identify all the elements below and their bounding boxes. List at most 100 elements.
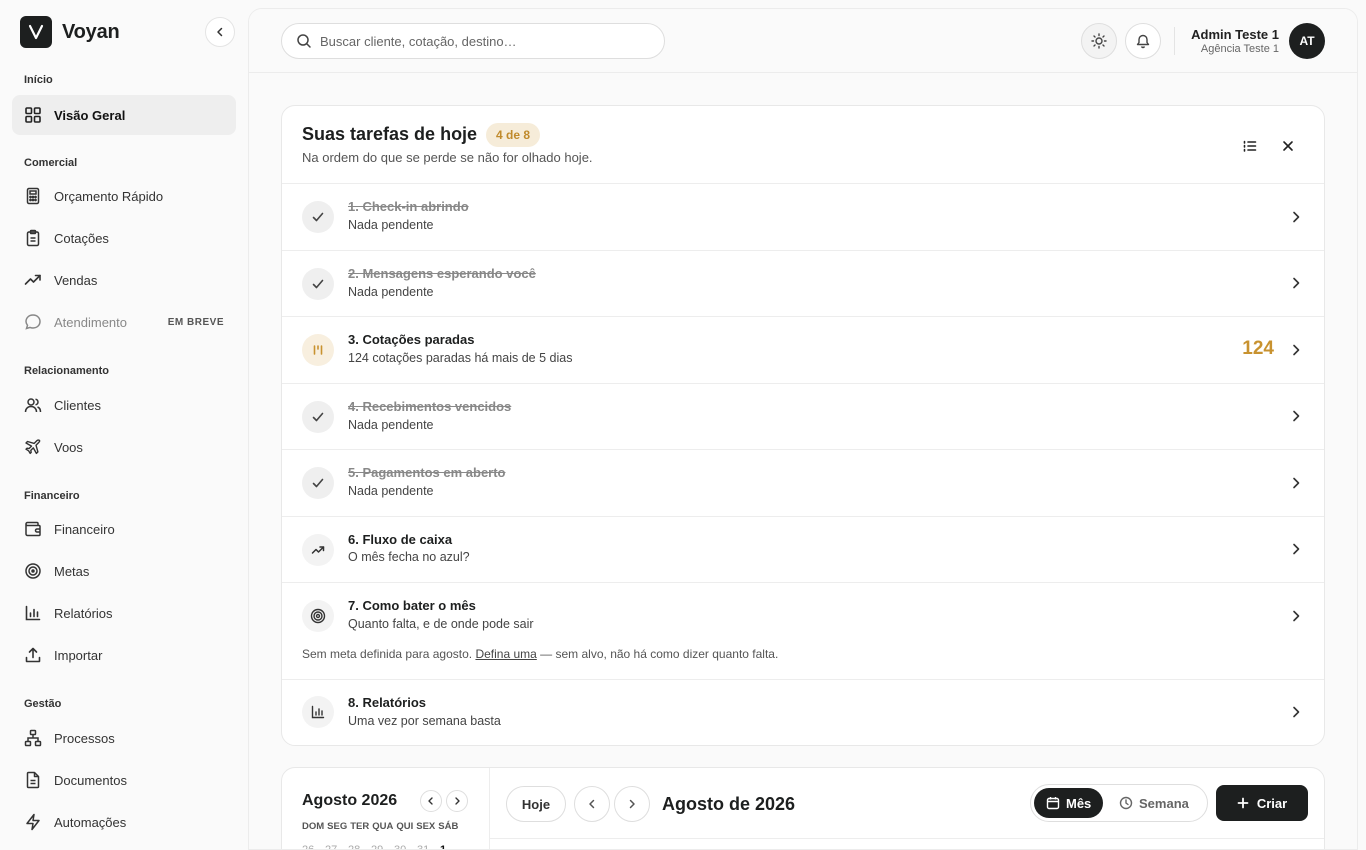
view-month-button[interactable]: Mês [1034,788,1104,818]
view-week-label: Semana [1139,795,1189,811]
brand-name: Voyan [62,20,120,43]
task-row[interactable]: 2. Mensagens esperando você Nada pendent… [282,250,1324,316]
sidebar-item-cotacoes[interactable]: Cotações [12,218,236,258]
mini-days-row: 26 27 28 29 30 31 1 [302,844,463,849]
notifications-button[interactable] [1125,23,1161,59]
task-row[interactable]: 1. Check-in abrindo Nada pendente [282,183,1324,250]
task-row[interactable]: 5. Pagamentos em aberto Nada pendente [282,449,1324,516]
sidebar-item-label: Processos [54,730,115,746]
bar-chart-icon [302,696,334,728]
bell-icon [1136,34,1150,49]
tasks-title: Suas tarefas de hoje [302,124,478,144]
task-row[interactable]: 3. Cotações paradas 124 cotações paradas… [282,316,1324,383]
airplane-icon [24,438,42,456]
header-divider [1174,27,1175,55]
mini-day[interactable]: 30 [394,844,417,849]
avatar[interactable]: AT [1289,23,1325,59]
upload-icon [24,646,42,664]
search-box[interactable] [281,23,665,59]
check-icon [302,268,334,300]
view-toggle: Mês Semana [1030,784,1208,822]
calendar-icon [1046,797,1060,810]
today-button[interactable]: Hoje [506,786,566,822]
mini-day[interactable]: 27 [325,844,348,849]
chevron-left-icon [217,27,223,37]
task-row[interactable]: 8. Relatórios Uma vez por semana basta [282,679,1324,745]
task-title: 8. Relatórios [348,695,427,710]
sidebar-item-voos[interactable]: Voos [12,427,236,467]
sun-icon [1091,33,1107,49]
view-week-button[interactable]: Semana [1107,788,1201,818]
goal-note: Sem meta definida para agosto. Defina um… [302,647,778,661]
wallet-icon [24,520,42,538]
task-title: 3. Cotações paradas [348,332,475,347]
document-icon [24,771,42,789]
next-month-button[interactable] [614,786,650,822]
sidebar-item-vendas[interactable]: Vendas [12,260,236,300]
prev-month-button[interactable] [574,786,610,822]
task-row[interactable]: 4. Recebimentos vencidos Nada pendente [282,383,1324,449]
create-button[interactable]: Criar [1216,785,1308,821]
trending-up-icon [302,534,334,566]
sidebar-item-label: Cotações [54,230,109,246]
target-icon [24,562,42,580]
sidebar-item-metas[interactable]: Metas [12,551,236,591]
mini-weekdays: DOM SEG TER QUA QUI SEX SÁB [302,821,461,832]
weekday-label: QUI [396,821,414,832]
sidebar-item-documentos[interactable]: Documentos [12,760,236,800]
sidebar-item-label: Visão Geral [54,107,126,123]
bar-chart-icon [24,604,42,622]
sidebar-item-atendimento[interactable]: Atendimento EM BREVE [12,302,236,342]
mini-calendar-title: Agosto 2026 [302,792,398,809]
sidebar-item-relatorios[interactable]: Relatórios [12,593,236,633]
mini-next-month-button[interactable] [446,790,468,812]
task-title: 1. Check-in abrindo [348,199,469,214]
task-desc: Nada pendente [348,218,434,232]
chevron-right-icon [1293,477,1300,489]
sidebar-item-visao-geral[interactable]: Visão Geral [12,95,236,135]
theme-toggle-button[interactable] [1081,23,1117,59]
sidebar-item-orcamento[interactable]: Orçamento Rápido [12,176,236,216]
mini-calendar: Agosto 2026 DOM SEG TER QUA QUI SEX SÁB … [282,768,490,849]
sidebar-item-label: Vendas [54,272,98,288]
brand[interactable]: Voyan [20,16,120,48]
chevron-right-icon [1293,706,1300,718]
sidebar-item-importar[interactable]: Importar [12,635,236,675]
sidebar-item-label: Atendimento [54,314,127,330]
sidebar: Voyan Início Visão Geral Comercial Orçam… [0,0,248,850]
chevron-right-icon [1293,410,1300,422]
mini-day[interactable]: 29 [371,844,394,849]
sidebar-item-label: Documentos [54,772,127,788]
lightning-icon [24,813,42,831]
sidebar-item-clientes[interactable]: Clientes [12,385,236,425]
list-view-button[interactable] [1238,134,1262,158]
task-row[interactable]: 7. Como bater o mês Quanto falta, e de o… [282,582,1324,679]
search-input[interactable] [320,33,640,49]
collapse-sidebar-button[interactable] [205,17,235,47]
mini-prev-month-button[interactable] [420,790,442,812]
section-gestao: Gestão [24,698,62,710]
topbar: Admin Teste 1 Agência Teste 1 AT [249,9,1357,73]
sidebar-item-automacoes[interactable]: Automações [12,802,236,842]
mini-day[interactable]: 28 [348,844,371,849]
section-relacionamento: Relacionamento [24,365,109,377]
sidebar-item-processos[interactable]: Processos [12,718,236,758]
user-name[interactable]: Admin Teste 1 [1191,27,1279,42]
chevron-right-icon [1293,543,1300,555]
section-financeiro: Financeiro [24,490,80,502]
check-icon [302,467,334,499]
users-icon [24,396,42,414]
mini-day[interactable]: 1 [440,844,463,849]
sidebar-item-label: Metas [54,563,90,579]
mini-day[interactable]: 31 [417,844,440,849]
sidebar-item-financeiro[interactable]: Financeiro [12,509,236,549]
list-icon [1243,140,1257,152]
pause-icon [302,334,334,366]
chat-bubble-icon [24,313,42,331]
plus-icon [1237,797,1249,809]
task-row[interactable]: 6. Fluxo de caixa O mês fecha no azul? [282,516,1324,582]
mini-day[interactable]: 26 [302,844,325,849]
weekday-label: SEX [416,821,436,832]
close-tasks-button[interactable] [1276,134,1300,158]
define-goal-link[interactable]: Defina uma [475,647,536,661]
